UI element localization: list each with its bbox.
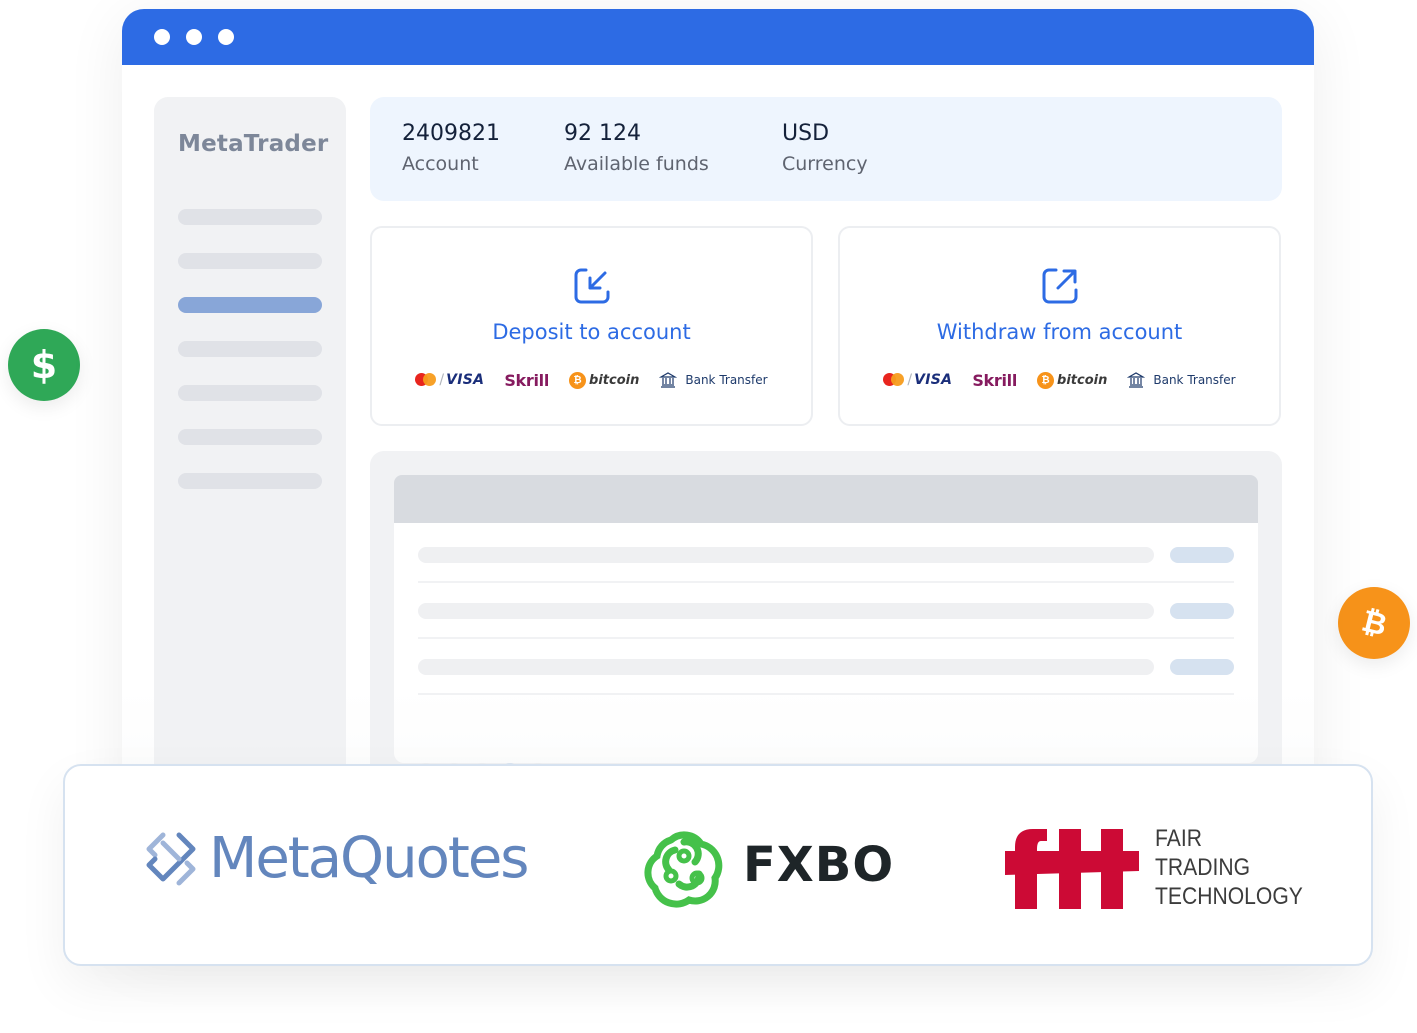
bitcoin-icon: ₿ (569, 371, 587, 389)
row-divider (418, 637, 1234, 639)
table-row-1-badge[interactable] (1170, 547, 1234, 563)
ftt-text: FAIR TRADING TECHNOLOGY (1155, 824, 1303, 911)
fxbo-text: FXBO (743, 837, 895, 893)
visa-text: VISA (446, 372, 485, 388)
bitcoin-text: bitcoin (1057, 372, 1108, 388)
sidebar-brand: MetaTrader (178, 131, 329, 157)
bitcoin-coin-icon: ₿ (1338, 587, 1410, 659)
currency-label: Currency (782, 153, 868, 175)
currency-value: USD (782, 121, 830, 146)
deposit-icon (574, 268, 609, 304)
funds-value: 92 124 (564, 121, 641, 146)
deposit-card[interactable]: Deposit to account / VISA Skrill ₿ bitco… (370, 226, 813, 426)
bitcoin-logo: ₿ bitcoin (569, 371, 640, 389)
withdraw-card[interactable]: Withdraw from account / VISA Skrill ₿ bi… (838, 226, 1281, 426)
withdraw-methods: / VISA Skrill ₿ bitcoin Bank Transfer (840, 368, 1279, 392)
stat-account: 2409821 Account (402, 119, 500, 179)
window-dot-3[interactable] (218, 29, 234, 45)
stat-funds: 92 124 Available funds (564, 119, 709, 179)
ftt-line-2: TRADING (1155, 854, 1251, 881)
metaquotes-logo: MetaQuotes (141, 826, 529, 891)
sidebar-item-1[interactable] (178, 209, 322, 225)
fxbo-icon (644, 831, 723, 908)
sidebar-item-6[interactable] (178, 429, 322, 445)
metaquotes-text: MetaQuotes (209, 826, 529, 891)
account-summary: 2409821 Account 92 124 Available funds U… (370, 97, 1282, 201)
metaquotes-icon (146, 832, 196, 885)
account-label: Account (402, 153, 479, 175)
bank-icon (659, 372, 678, 388)
bank-transfer: Bank Transfer (659, 371, 768, 389)
visa-text: VISA (914, 372, 953, 388)
stat-currency: USD Currency (782, 119, 868, 179)
sidebar-item-5[interactable] (178, 385, 322, 401)
skrill-logo: Skrill (504, 370, 550, 390)
deposit-title: Deposit to account (492, 320, 691, 344)
bank-transfer-text: Bank Transfer (685, 373, 768, 387)
dollar-coin-icon: $ (8, 329, 80, 401)
mastercard-visa-logo: / VISA (415, 372, 484, 388)
table-row-3-badge[interactable] (1170, 659, 1234, 675)
title-bar (122, 9, 1314, 65)
sidebar-item-7[interactable] (178, 473, 322, 489)
row-divider (418, 581, 1234, 583)
withdraw-icon (1042, 268, 1077, 304)
window-dot-2[interactable] (186, 29, 202, 45)
sidebar: MetaTrader (154, 97, 346, 797)
bank-transfer-text: Bank Transfer (1153, 373, 1236, 387)
funds-label: Available funds (564, 153, 709, 175)
ftt-line-3: TECHNOLOGY (1155, 883, 1303, 910)
ftt-line-1: FAIR (1155, 825, 1202, 852)
mastercard-icon (415, 373, 437, 387)
bitcoin-icon: ₿ (1037, 371, 1055, 389)
bitcoin-sign: ₿ (1357, 603, 1391, 643)
fair-trading-technology-logo: FAIR TRADING TECHNOLOGY (1005, 824, 1323, 911)
table-body (394, 523, 1258, 779)
account-number: 2409821 (402, 121, 500, 146)
partners-panel: MetaQuotes FXBO FAIR TRADING TECHNOLOGY (63, 764, 1373, 966)
mastercard-icon (883, 373, 905, 387)
row-divider (418, 693, 1234, 695)
window-dot-1[interactable] (154, 29, 170, 45)
table-row-3-content[interactable] (418, 659, 1154, 675)
dollar-sign: $ (30, 343, 58, 387)
transactions-panel (370, 451, 1282, 811)
bank-icon (1127, 372, 1146, 388)
skrill-logo: Skrill (972, 370, 1018, 390)
sidebar-item-2[interactable] (178, 253, 322, 269)
bitcoin-logo: ₿ bitcoin (1037, 371, 1108, 389)
table-row-1-content[interactable] (418, 547, 1154, 563)
bitcoin-text: bitcoin (589, 372, 640, 388)
bank-transfer: Bank Transfer (1127, 371, 1236, 389)
table-header (394, 475, 1258, 523)
withdraw-title: Withdraw from account (936, 320, 1183, 344)
sidebar-item-4[interactable] (178, 341, 322, 357)
deposit-methods: / VISA Skrill ₿ bitcoin Bank Transfer (372, 368, 811, 392)
fxbo-logo: FXBO (641, 822, 894, 908)
table-row-2-badge[interactable] (1170, 603, 1234, 619)
ftt-icon (1005, 828, 1139, 909)
sidebar-item-3-active[interactable] (178, 297, 322, 313)
table-row-2-content[interactable] (418, 603, 1154, 619)
mastercard-visa-logo: / VISA (883, 372, 952, 388)
